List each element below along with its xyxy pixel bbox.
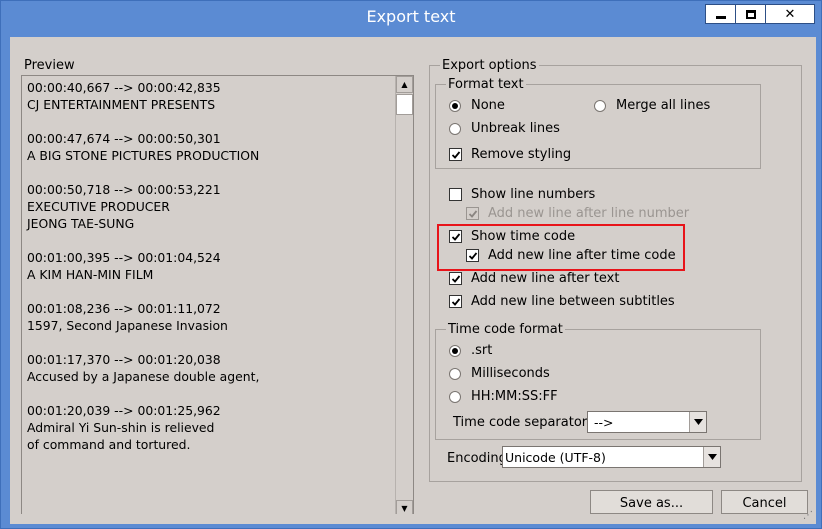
format-text-label: Format text <box>446 77 526 92</box>
chevron-down-icon <box>689 412 706 432</box>
arrow-up-icon: ▲ <box>401 80 408 89</box>
preview-scrollbar[interactable]: ▲ ▼ <box>395 76 413 517</box>
time-code-hhmmssff-radio[interactable]: HH:MM:SS:FF <box>449 389 558 404</box>
add-new-line-after-text-checkbox[interactable]: Add new line after text <box>449 271 619 286</box>
dialog-body: Preview 00:00:40,667 --> 00:00:42,835 CJ… <box>10 37 816 524</box>
encoding-select[interactable]: Unicode (UTF-8) <box>502 446 721 468</box>
minimize-icon <box>715 16 726 19</box>
title-bar[interactable]: Export text ✕ <box>1 1 821 34</box>
add-new-line-after-line-number-checkbox[interactable]: Add new line after line number <box>466 206 689 221</box>
chevron-down-icon <box>703 447 720 467</box>
radio-unselected-icon <box>449 367 461 380</box>
arrow-down-icon: ▼ <box>401 504 408 513</box>
checkbox-checked-icon <box>449 148 462 161</box>
export-options-label: Export options <box>440 58 539 73</box>
checkbox-unchecked-icon <box>449 188 462 201</box>
bottom-edge <box>10 514 816 524</box>
window-title: Export text <box>366 7 456 26</box>
checkbox-checked-icon <box>449 295 462 308</box>
maximize-icon <box>745 9 756 19</box>
time-code-format-label: Time code format <box>446 322 565 337</box>
preview-text: 00:00:40,667 --> 00:00:42,835 CJ ENTERTA… <box>27 80 260 452</box>
close-icon: ✕ <box>784 6 796 22</box>
time-code-separator-select[interactable]: --> <box>587 411 707 433</box>
format-merge-all-lines-radio[interactable]: Merge all lines <box>594 98 710 113</box>
show-line-numbers-checkbox[interactable]: Show line numbers <box>449 187 595 202</box>
close-button[interactable]: ✕ <box>765 4 815 24</box>
scroll-thumb[interactable] <box>396 94 413 115</box>
preview-textbox[interactable]: 00:00:40,667 --> 00:00:42,835 CJ ENTERTA… <box>21 75 414 518</box>
radio-selected-icon <box>449 99 461 112</box>
scroll-up-button[interactable]: ▲ <box>396 76 413 93</box>
time-code-separator-value: --> <box>594 414 614 430</box>
preview-label: Preview <box>24 58 75 73</box>
radio-unselected-icon <box>449 390 461 403</box>
highlight-box <box>437 224 685 271</box>
encoding-label: Encoding <box>447 451 507 466</box>
encoding-value: Unicode (UTF-8) <box>505 449 606 465</box>
remove-styling-checkbox[interactable]: Remove styling <box>449 147 576 162</box>
checkbox-checked-disabled-icon <box>466 207 479 220</box>
time-code-srt-radio[interactable]: .srt <box>449 343 492 358</box>
cancel-button[interactable]: Cancel <box>721 490 808 514</box>
resize-grip-icon[interactable]: ⋰ <box>803 510 813 521</box>
save-as-button[interactable]: Save as... <box>590 490 713 514</box>
checkbox-checked-icon <box>449 272 462 285</box>
add-new-line-between-subtitles-checkbox[interactable]: Add new line between subtitles <box>449 294 675 309</box>
radio-unselected-icon <box>449 122 461 135</box>
minimize-button[interactable] <box>705 4 736 24</box>
radio-unselected-icon <box>594 99 606 112</box>
radio-selected-icon <box>449 344 461 357</box>
maximize-button[interactable] <box>735 4 766 24</box>
format-unbreak-lines-radio[interactable]: Unbreak lines <box>449 121 560 136</box>
time-code-separator-label: Time code separator <box>453 415 588 430</box>
format-none-radio[interactable]: None <box>449 98 505 113</box>
export-text-dialog: Export text ✕ Preview 00:00:40,667 --> 0… <box>0 0 822 529</box>
time-code-milliseconds-radio[interactable]: Milliseconds <box>449 366 550 381</box>
